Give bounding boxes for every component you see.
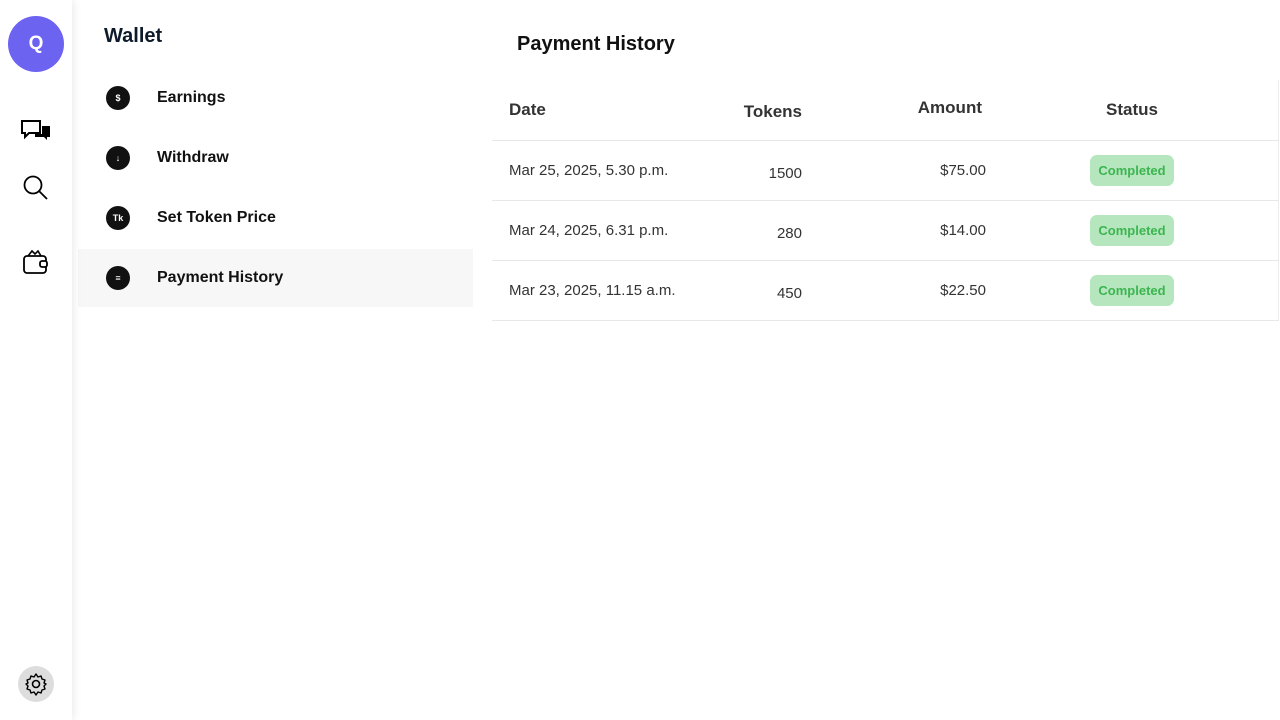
table-row: Mar 24, 2025, 6.31 p.m. 280 $14.00 Compl… (492, 200, 1279, 260)
status-badge: Completed (1090, 215, 1173, 246)
column-header-status: Status (986, 80, 1279, 140)
table-row: Mar 25, 2025, 5.30 p.m. 1500 $75.00 Comp… (492, 140, 1279, 200)
column-header-date: Date (492, 80, 692, 140)
tokens-cell: 1500 (692, 140, 802, 200)
tokens-cell: 280 (692, 200, 802, 260)
amount-cell: $14.00 (802, 200, 986, 260)
menu-item-label: Earnings (157, 89, 225, 107)
icon-rail: Q (0, 0, 72, 720)
chat-icon[interactable] (20, 116, 52, 148)
earnings-icon: $ (106, 86, 130, 110)
menu-item-payment-history[interactable]: ≡ Payment History (78, 249, 473, 307)
avatar[interactable]: Q (8, 16, 64, 72)
status-badge: Completed (1090, 155, 1173, 186)
menu-item-label: Withdraw (157, 149, 229, 167)
menu-title: Wallet (104, 25, 162, 48)
menu-item-earnings[interactable]: $ Earnings (78, 69, 473, 127)
page-title: Payment History (517, 33, 675, 56)
settings-gear-icon[interactable] (18, 666, 54, 702)
tokens-cell: 450 (692, 260, 802, 320)
withdraw-icon: ↓ (106, 146, 130, 170)
payment-table: Date Tokens Amount Status Mar 25, 2025, … (492, 80, 1279, 321)
menu-item-label: Set Token Price (157, 209, 276, 227)
wallet-icon[interactable] (20, 246, 52, 278)
amount-cell: $75.00 (802, 140, 986, 200)
date-cell: Mar 23, 2025, 11.15 a.m. (492, 260, 692, 320)
date-cell: Mar 25, 2025, 5.30 p.m. (492, 140, 692, 200)
column-header-amount: Amount (802, 80, 986, 140)
wallet-menu: Wallet $ Earnings ↓ Withdraw Tk Set Toke… (72, 0, 474, 720)
menu-item-set-token-price[interactable]: Tk Set Token Price (78, 189, 473, 247)
search-icon[interactable] (20, 172, 52, 204)
amount-cell: $22.50 (802, 260, 986, 320)
status-badge: Completed (1090, 275, 1173, 306)
table-row: Mar 23, 2025, 11.15 a.m. 450 $22.50 Comp… (492, 260, 1279, 320)
menu-item-withdraw[interactable]: ↓ Withdraw (78, 129, 473, 187)
menu-item-label: Payment History (157, 269, 283, 287)
token-icon: Tk (106, 206, 130, 230)
date-cell: Mar 24, 2025, 6.31 p.m. (492, 200, 692, 260)
column-header-tokens: Tokens (692, 80, 802, 140)
receipt-icon: ≡ (106, 266, 130, 290)
